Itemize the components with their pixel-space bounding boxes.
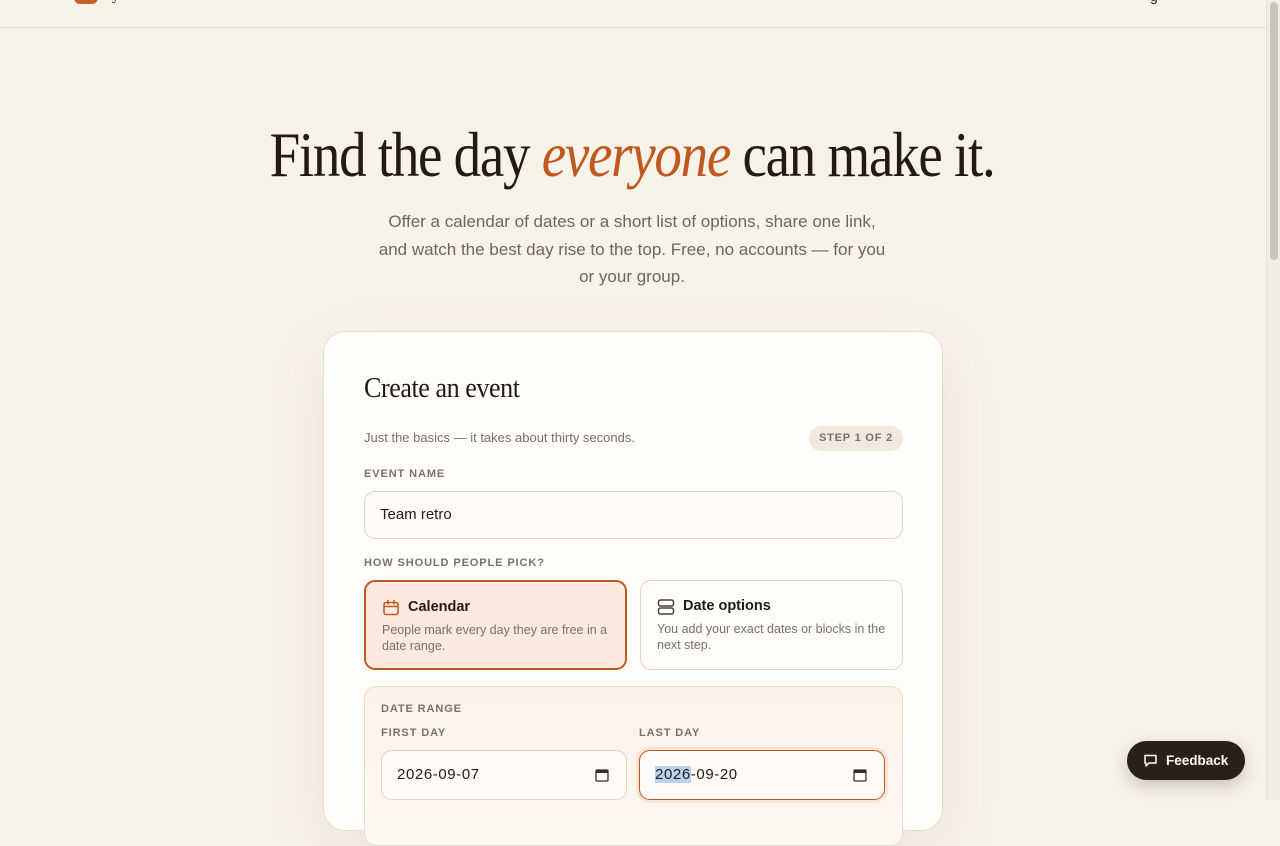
logo-icon[interactable] xyxy=(74,0,98,4)
step-badge: STEP 1 OF 2 xyxy=(809,426,903,451)
last-day-value: -09-20 xyxy=(690,766,738,783)
hero-title-end: can make it. xyxy=(742,119,995,190)
page-scrollbar[interactable] xyxy=(1266,0,1280,800)
date-options-title: Date options xyxy=(683,598,771,614)
hero-title-start: Find the day xyxy=(269,119,531,190)
hero-title: Find the day everyone can make it. xyxy=(88,118,1175,192)
top-bar: y g xyxy=(0,0,1266,28)
calendar-option-title: Calendar xyxy=(408,599,471,615)
calendar-option-description: People mark every day they are free in a… xyxy=(382,623,608,653)
date-options-description: You add your exact dates or blocks in th… xyxy=(657,622,886,652)
event-name-input[interactable]: Team retro xyxy=(364,491,903,539)
card-title: Create an event xyxy=(364,372,520,404)
event-name-label: EVENT NAME xyxy=(364,468,446,480)
header-link[interactable]: g xyxy=(1150,0,1158,4)
first-day-input[interactable]: 2026-09-07 xyxy=(381,750,627,800)
card-description: Just the basics — it takes about thirty … xyxy=(364,430,635,445)
date-range-label: DATE RANGE xyxy=(381,703,462,715)
last-day-label: LAST DAY xyxy=(639,727,701,739)
date-range-panel: DATE RANGE FIRST DAY LAST DAY 2026-09-07… xyxy=(364,686,903,846)
scrollbar-thumb[interactable] xyxy=(1270,2,1278,260)
calendar-picker-icon[interactable] xyxy=(853,768,867,782)
logo-text[interactable]: y xyxy=(112,0,120,5)
first-day-label: FIRST DAY xyxy=(381,727,447,739)
last-day-input[interactable]: 2026-09-20 xyxy=(639,750,885,800)
create-event-card: Create an event Just the basics — it tak… xyxy=(323,331,943,846)
pick-method-label: HOW SHOULD PEOPLE PICK? xyxy=(364,557,545,569)
stack-icon xyxy=(657,599,675,615)
feedback-button[interactable]: Feedback xyxy=(1127,741,1245,780)
first-day-value: 2026-09-07 xyxy=(397,766,480,783)
hero-title-emphasis: everyone xyxy=(541,119,732,190)
feedback-label: Feedback xyxy=(1166,753,1229,768)
calendar-picker-icon[interactable] xyxy=(595,768,609,782)
hero-subtitle: Offer a calendar of dates or a short lis… xyxy=(378,212,886,286)
date-options-option[interactable]: Date options You add your exact dates or… xyxy=(640,580,903,670)
calendar-icon xyxy=(383,599,399,616)
chat-bubble-icon xyxy=(1144,754,1157,767)
calendar-option[interactable]: Calendar People mark every day they are … xyxy=(364,580,627,670)
last-day-selected-year: 2026 xyxy=(655,766,691,783)
